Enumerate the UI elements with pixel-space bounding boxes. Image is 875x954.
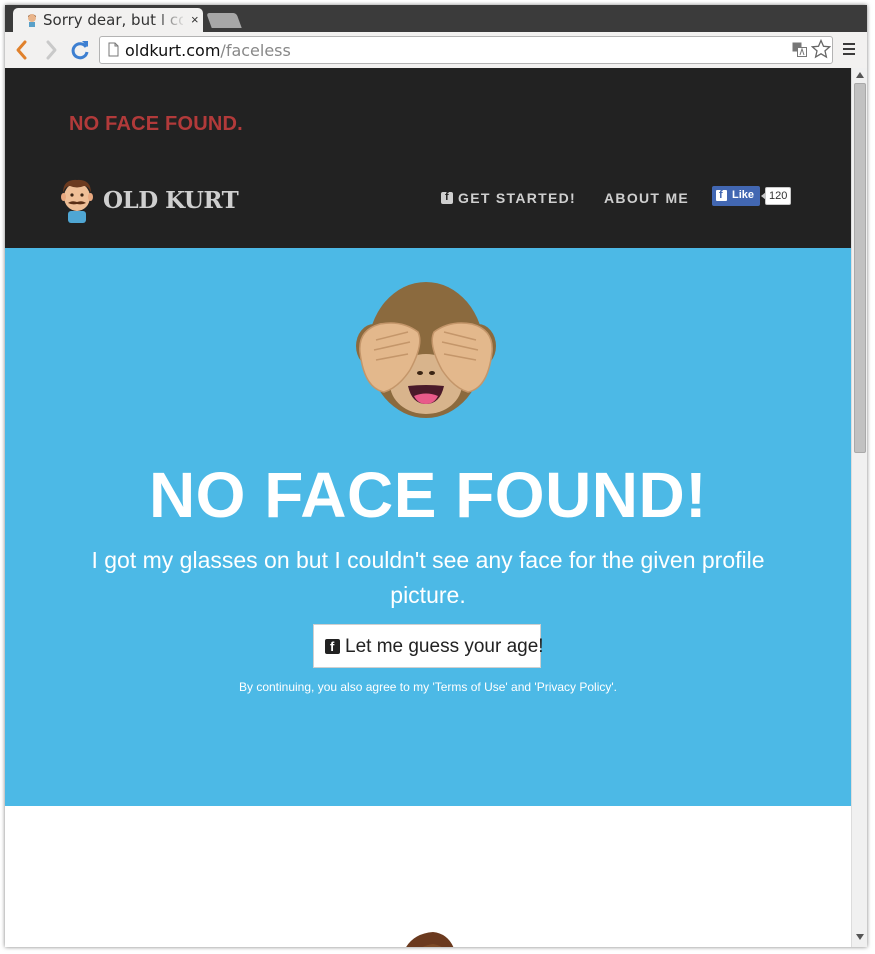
browser-tab[interactable]: Sorry dear, but I couldn't see ×	[13, 8, 203, 32]
terms-and: and	[507, 680, 535, 694]
old-kurt-avatar-icon	[61, 179, 93, 223]
hero-subtitle: I got my glasses on but I couldn't see a…	[91, 547, 765, 608]
bookmark-star-icon[interactable]	[811, 39, 831, 59]
tab-strip: Sorry dear, but I couldn't see ×	[5, 5, 867, 32]
facebook-icon	[716, 189, 727, 201]
terms-suffix: .	[613, 680, 618, 694]
hero-section: NO FACE FOUND! I got my glasses on but I…	[5, 248, 851, 806]
hero-title: NO FACE FOUND!	[148, 459, 708, 531]
guess-age-button[interactable]: Let me guess your age!	[313, 624, 544, 668]
terms-prefix: By continuing, you also agree to my	[238, 680, 433, 694]
site-header: NO FACE FOUND. OLD KURT GET STARTED!	[5, 68, 851, 248]
url-host: oldkurt.com	[125, 41, 221, 60]
url-text: oldkurt.com/faceless	[125, 41, 291, 60]
new-tab-button[interactable]	[206, 13, 242, 28]
facebook-icon	[325, 639, 340, 654]
scroll-up-arrow-icon[interactable]	[856, 72, 864, 78]
url-path: /faceless	[220, 41, 291, 60]
brand-name: OLD KURT	[103, 187, 239, 214]
alert-message: NO FACE FOUND.	[69, 113, 243, 135]
tab-close-icon[interactable]: ×	[191, 12, 199, 27]
forward-arrow-icon[interactable]	[39, 38, 63, 62]
nav-about-me[interactable]: ABOUT ME	[604, 190, 689, 206]
guess-age-button-label: Let me guess your age!	[345, 636, 544, 657]
chrome-menu-icon[interactable]	[843, 43, 855, 58]
browser-toolbar: oldkurt.com/faceless	[5, 32, 867, 69]
old-kurt-favicon-icon	[28, 14, 36, 27]
browser-window: Sorry dear, but I couldn't see × oldkurt…	[5, 5, 867, 947]
address-bar[interactable]: oldkurt.com/faceless	[99, 36, 833, 64]
nav-about-me-label: ABOUT ME	[604, 190, 690, 206]
nav-get-started[interactable]: GET STARTED!	[441, 190, 576, 206]
scroll-down-arrow-icon[interactable]	[856, 934, 864, 940]
facebook-like-count: 120	[760, 187, 792, 205]
reload-icon[interactable]	[68, 38, 92, 62]
facebook-icon	[441, 191, 453, 204]
vertical-scrollbar[interactable]	[851, 68, 867, 947]
translate-icon[interactable]	[792, 42, 807, 57]
privacy-policy-link[interactable]: 'Privacy Policy'	[534, 680, 613, 694]
avatar-peek-image	[406, 932, 454, 947]
terms-notice: By continuing, you also agree to my 'Ter…	[5, 680, 851, 694]
facebook-like-button[interactable]: Like	[712, 186, 760, 206]
scrollbar-thumb[interactable]	[854, 83, 866, 453]
facebook-like-label: Like	[732, 189, 755, 201]
nav-get-started-label: GET STARTED!	[458, 190, 577, 206]
page-viewport: NO FACE FOUND. OLD KURT GET STARTED!	[5, 68, 851, 947]
page-icon	[108, 42, 119, 57]
tab-title-fade	[153, 10, 187, 30]
see-no-evil-monkey-icon	[356, 282, 496, 418]
terms-of-use-link[interactable]: 'Terms of Use'	[432, 680, 507, 694]
back-arrow-icon[interactable]	[10, 38, 34, 62]
